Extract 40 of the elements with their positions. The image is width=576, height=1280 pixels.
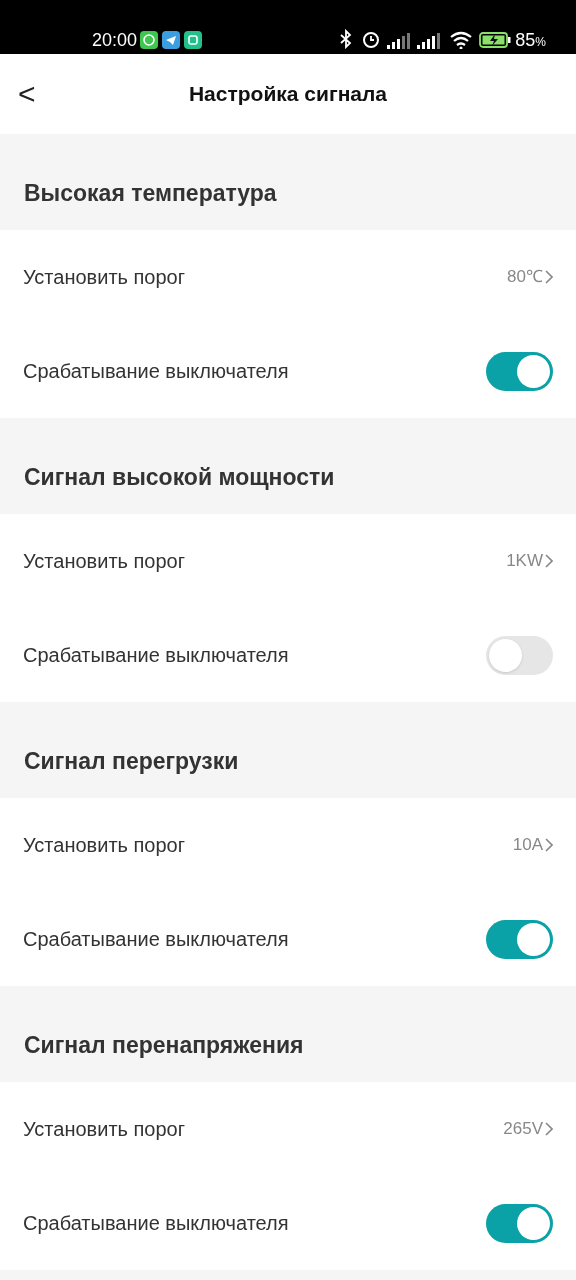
- toggle-switch[interactable]: [486, 1203, 553, 1243]
- setting-label: Срабатывание выключателя: [23, 643, 290, 668]
- back-button[interactable]: <: [18, 79, 36, 109]
- chevron-right-icon: [545, 1122, 553, 1136]
- battery-unit: %: [535, 35, 546, 49]
- setting-label: Установить порог: [23, 1117, 187, 1142]
- setting-label: Срабатывание выключателя: [23, 359, 290, 384]
- threshold-row[interactable]: Установить порог 265V: [0, 1082, 576, 1176]
- section-title: Сигнал перенапряжения: [24, 1030, 304, 1060]
- chevron-right-icon: [545, 554, 553, 568]
- app-icon: [184, 31, 203, 49]
- paper-plane-icon: [162, 31, 181, 49]
- section-title: Сигнал перегрузки: [24, 746, 239, 776]
- toggle-switch[interactable]: [486, 919, 553, 959]
- toggle-switch[interactable]: [486, 635, 553, 675]
- bluetooth-icon: [339, 29, 354, 49]
- battery-icon: [479, 31, 512, 49]
- wifi-icon: [449, 31, 474, 49]
- threshold-value: 10A: [512, 834, 543, 857]
- threshold-value: 80℃: [507, 266, 543, 289]
- setting-label: Срабатывание выключателя: [23, 927, 290, 952]
- chat-app-icon: [140, 31, 159, 49]
- alarm-icon: [361, 29, 382, 49]
- threshold-value: 265V: [503, 1118, 543, 1141]
- threshold-value: 1KW: [506, 550, 543, 573]
- chevron-right-icon: [545, 270, 553, 284]
- setting-label: Срабатывание выключателя: [23, 1211, 290, 1236]
- threshold-row[interactable]: Установить порог 1KW: [0, 514, 576, 608]
- page-title: Настройка сигнала: [188, 81, 388, 108]
- chevron-right-icon: [545, 838, 553, 852]
- setting-label: Установить порог: [23, 265, 187, 290]
- setting-label: Установить порог: [23, 833, 187, 858]
- toggle-switch[interactable]: [486, 351, 553, 391]
- section-title: Сигнал высокой мощности: [24, 462, 335, 492]
- status-time: 20:00: [92, 31, 138, 49]
- setting-label: Установить порог: [23, 549, 187, 574]
- section-title: Высокая температура: [24, 178, 277, 208]
- battery-percent: 85: [515, 30, 536, 50]
- threshold-row[interactable]: Установить порог 10A: [0, 798, 576, 892]
- threshold-row[interactable]: Установить порог 80℃: [0, 230, 576, 324]
